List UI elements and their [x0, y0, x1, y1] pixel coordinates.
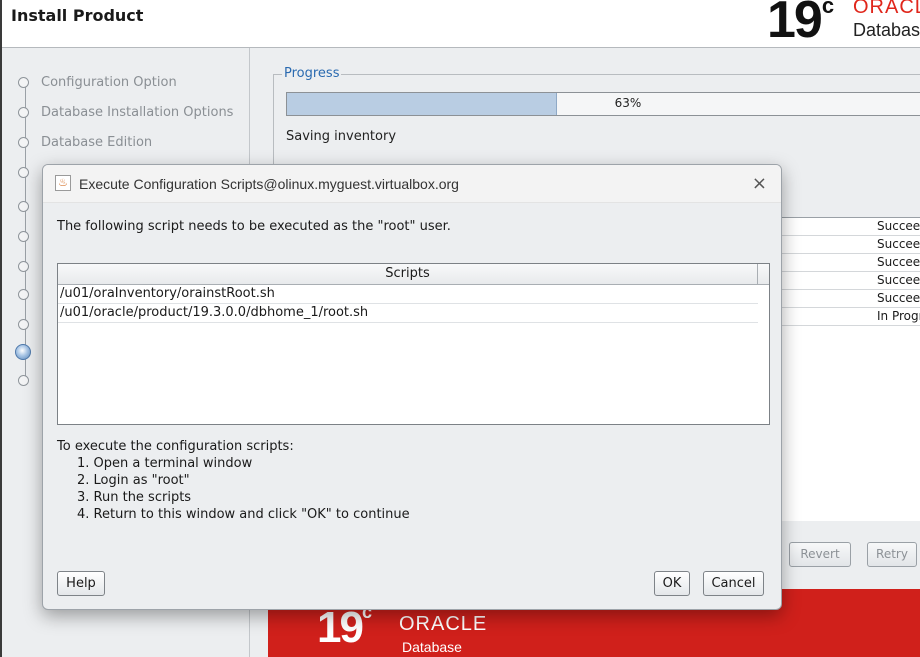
step-dot-icon: [18, 288, 29, 300]
step-database-installation-options[interactable]: Database Installation Options: [18, 102, 233, 122]
step-dot-icon: [18, 166, 29, 178]
step-current: [15, 342, 43, 362]
step-dot-icon: [18, 260, 29, 272]
current-step-icon: [15, 344, 31, 360]
status-cell: Succeeded: [781, 254, 920, 272]
progress-legend: Progress: [282, 66, 342, 81]
version-logo: 19c: [767, 0, 834, 49]
progress-bar: 63%: [286, 92, 920, 116]
database-logo-text: Database: [853, 20, 920, 40]
scripts-table: Scripts /u01/oraInventory/orainstRoot.sh…: [57, 263, 770, 425]
table-row[interactable]: /u01/oraInventory/orainstRoot.sh: [58, 285, 758, 304]
status-column: Succeeded Succeeded Succeeded Succeeded …: [781, 217, 920, 326]
instruction-step: 2. Login as "root": [77, 473, 190, 488]
step-dot-icon: [18, 318, 29, 330]
scripts-header-corner: [758, 264, 769, 285]
progress-percent: 63%: [614, 96, 642, 110]
status-cell: Succeeded: [781, 236, 920, 254]
instructions: To execute the configuration scripts: 1.…: [57, 438, 410, 523]
step-database-edition[interactable]: Database Edition: [18, 132, 152, 152]
dialog-titlebar[interactable]: ♨ Execute Configuration Scripts@olinux.m…: [43, 165, 781, 203]
step-configuration-option[interactable]: Configuration Option: [18, 72, 177, 92]
scripts-column-header[interactable]: Scripts: [58, 264, 758, 285]
status-cell: Succeeded: [781, 218, 920, 236]
step-hidden-6: [18, 314, 41, 334]
instructions-intro: To execute the configuration scripts:: [57, 439, 294, 454]
banner-version: 19c: [317, 602, 372, 652]
step-done-icon: [18, 76, 29, 88]
step-done-icon: [18, 106, 29, 118]
table-row[interactable]: /u01/oracle/product/19.3.0.0/dbhome_1/ro…: [58, 304, 758, 323]
banner-oracle-logo: ORACLE: [399, 613, 488, 635]
status-cell: Succeeded: [781, 290, 920, 308]
java-icon: ♨: [55, 175, 71, 191]
banner-database-text: Database: [402, 639, 462, 655]
execute-scripts-dialog: ♨ Execute Configuration Scripts@olinux.m…: [42, 164, 782, 610]
step-hidden-3: [18, 226, 41, 246]
step-hidden-4: [18, 256, 41, 276]
ok-button[interactable]: OK: [654, 571, 690, 596]
instruction-step: 3. Run the scripts: [77, 490, 192, 505]
page-title: Install Product: [11, 6, 144, 25]
step-dot-icon: [18, 230, 29, 242]
step-done-icon: [18, 136, 29, 148]
step-hidden-7: [18, 370, 41, 390]
close-icon[interactable]: ×: [752, 173, 767, 194]
instruction-step: 4. Return to this window and click "OK" …: [77, 507, 410, 522]
status-cell: In Progress: [781, 308, 920, 326]
dialog-message: The following script needs to be execute…: [57, 219, 451, 234]
help-button[interactable]: Help: [57, 571, 105, 596]
step-dot-icon: [18, 200, 29, 212]
step-label: Configuration Option: [41, 74, 177, 90]
retry-button[interactable]: Retry: [867, 542, 917, 567]
step-hidden-1: [18, 162, 41, 182]
step-dot-icon: [18, 374, 29, 386]
step-label: Database Edition: [41, 134, 153, 150]
step-hidden-2: [18, 196, 41, 216]
revert-button[interactable]: Revert: [789, 542, 851, 567]
progress-status: Saving inventory: [286, 129, 397, 144]
cancel-button[interactable]: Cancel: [703, 571, 764, 596]
step-hidden-5: [18, 284, 41, 304]
step-label: Database Installation Options: [41, 104, 234, 120]
instruction-step: 1. Open a terminal window: [77, 456, 253, 471]
status-cell: Succeeded: [781, 272, 920, 290]
installer-header: Install Product 19c ORACLE Database: [2, 0, 920, 49]
dialog-title: Execute Configuration Scripts@olinux.myg…: [79, 176, 459, 192]
oracle-logo: ORACLE: [853, 0, 920, 18]
